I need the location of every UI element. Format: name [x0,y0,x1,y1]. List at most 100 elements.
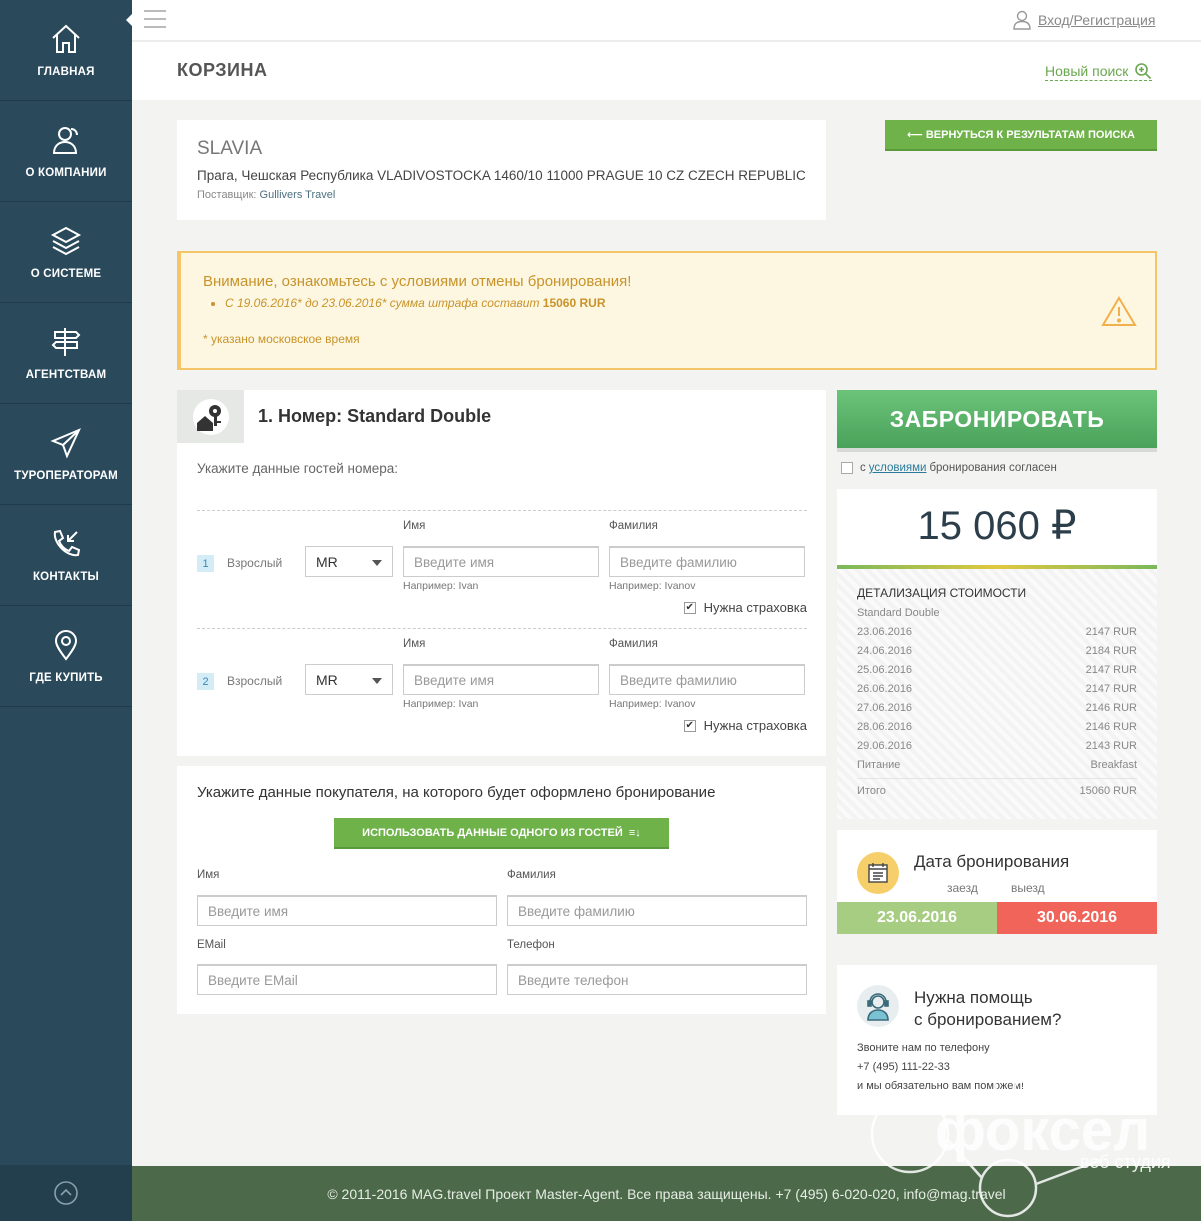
breakdown-row: 24.06.2016 2184 RUR [857,644,1137,657]
guest-title-value: MR [316,554,338,570]
breakdown-row: 29.06.2016 2143 RUR [857,739,1137,752]
help-title: Нужна помощь с бронированием? [914,988,1062,1029]
room-guests-card: 1. Номер: Standard Double Укажите данные… [177,390,826,756]
checkbox-checked-icon: ✔ [683,719,696,732]
sidebar-item-label: ГЛАВНАЯ [37,66,95,78]
home-icon [52,24,80,53]
book-button[interactable]: ЗАБРОНИРОВАТЬ [837,390,1157,452]
buyer-email-input[interactable]: Введите EMail [197,964,497,995]
guest-number: 1 [197,555,214,572]
buyer-first-name-input[interactable]: Введите имя [197,895,497,926]
first-name-hint: Например: Ivan [403,580,479,592]
back-to-results-button[interactable]: ⟵ ВЕРНУТЬСЯ К РЕЗУЛЬТАТАМ ПОИСКА [885,120,1157,151]
first-name-label: Имя [403,638,426,650]
insurance-checkbox[interactable]: ✔ Нужна страховка [683,718,807,733]
buyer-last-name-input[interactable]: Введите фамилию [507,895,807,926]
terms-link[interactable]: условиями [869,462,927,474]
sidebar-item-system[interactable]: О СИСТЕМЕ [0,202,132,303]
active-indicator [126,12,134,28]
calendar-icon [857,852,899,894]
footer-text: © 2011-2016 MAG.travel Проект Master-Age… [327,1185,1006,1202]
sidebar: ГЛАВНАЯ О КОМПАНИИ О СИСТЕМЕ АГЕНТСТВАМ … [0,0,132,1221]
supplier-label: Поставщик: [197,189,257,201]
login-link[interactable]: Вход/Регистрация [1012,10,1155,30]
guest-row-2: Имя Фамилия 2 Взрослый MR Введите имя Вв… [197,628,807,746]
sidebar-item-tour-operators[interactable]: ТУРОПЕРАТОРАМ [0,404,132,505]
map-pin-icon [54,630,78,661]
use-guest-data-button[interactable]: ИСПОЛЬЗОВАТЬ ДАННЫЕ ОДНОГО ИЗ ГОСТЕЙ ≡↓ [334,818,669,849]
checkin-label: заезд [947,881,978,895]
house-keys-icon [192,398,229,435]
terms-agree-checkbox[interactable]: с условиями бронирования согласен [841,462,1057,474]
help-card: Нужна помощь с бронированием? Звоните нам… [837,965,1157,1115]
buyer-card: Укажите данные покупателя, на которого б… [177,766,826,1014]
guest-type: Взрослый [227,556,283,570]
breakdown-room-type: Standard Double [857,606,940,619]
users-icon [52,127,78,154]
hotel-card: SLAVIA Прага, Чешская Республика VLADIVO… [177,120,826,220]
sidebar-item-where-to-buy[interactable]: ГДЕ КУПИТЬ [0,606,132,707]
help-line-1: Звоните нам по телефону [857,1042,990,1054]
sidebar-item-agencies[interactable]: АГЕНТСТВАМ [0,303,132,404]
paper-plane-icon [50,428,81,459]
sidebar-item-label: ТУРОПЕРАТОРАМ [14,470,118,482]
checkout-date: 30.06.2016 [997,902,1157,934]
chevron-down-icon [372,678,382,684]
breakdown-row: 23.06.2016 2147 RUR [857,625,1137,638]
buyer-title: Укажите данные покупателя, на которого б… [197,784,716,801]
guest-first-name-input[interactable]: Введите имя [403,664,599,695]
breakdown-row: 28.06.2016 2146 RUR [857,720,1137,733]
guest-last-name-input[interactable]: Введите фамилию [609,664,805,695]
last-name-label: Фамилия [609,638,658,650]
breakdown-row: 26.06.2016 2147 RUR [857,682,1137,695]
login-label: Вход/Регистрация [1038,12,1156,28]
last-name-label: Фамилия [609,520,658,532]
checkin-date: 23.06.2016 [837,902,997,934]
breakdown-row: 25.06.2016 2147 RUR [857,663,1137,676]
help-line-3: и мы обязательно вам поможем! [857,1080,1025,1092]
guest-row-1: Имя Фамилия 1 Взрослый MR Введите имя Вв… [197,510,807,628]
dates-title: Дата бронирования [914,852,1070,871]
hotel-name: SLAVIA [197,138,263,159]
hotel-supplier: Поставщик: Gullivers Travel [197,189,806,201]
last-name-hint: Например: Ivanov [609,580,696,592]
price-card: 15 060 ₽ ДЕТАЛИЗАЦИЯ СТОИМОСТИ Standard … [837,489,1157,819]
room-subtitle: Укажите данные гостей номера: [197,461,399,476]
sidebar-item-label: КОНТАКТЫ [32,571,100,583]
sidebar-item-label: ГДЕ КУПИТЬ [29,672,103,684]
new-search-link[interactable]: Новый поиск [1045,62,1153,81]
guest-title-select[interactable]: MR [305,546,393,577]
insurance-checkbox[interactable]: ✔ Нужна страховка [683,600,807,615]
use-guest-label: ИСПОЛЬЗОВАТЬ ДАННЫЕ ОДНОГО ИЗ ГОСТЕЙ [362,826,623,839]
checkbox-unchecked-icon [841,462,853,474]
guest-type: Взрослый [227,674,283,688]
sidebar-item-home[interactable]: ГЛАВНАЯ [0,0,132,101]
page-title: КОРЗИНА [177,60,268,80]
scroll-top-button[interactable] [0,1165,132,1221]
total-price: 15 060 ₽ [917,504,1077,548]
buyer-first-name-label: Имя [197,869,220,881]
buyer-email-label: EMail [197,939,226,951]
guest-last-name-input[interactable]: Введите фамилию [609,546,805,577]
menu-icon[interactable] [144,10,166,30]
agree-prefix: с [860,462,866,474]
layers-icon [50,226,82,256]
sidebar-item-company[interactable]: О КОМПАНИИ [0,101,132,202]
list-down-icon: ≡↓ [628,826,641,839]
buyer-phone-input[interactable]: Введите телефон [507,964,807,995]
first-name-label: Имя [403,520,426,532]
guest-number: 2 [197,673,214,690]
sidebar-item-label: О КОМПАНИИ [25,167,107,179]
zoom-plus-icon [1135,63,1152,80]
user-icon [1013,10,1031,30]
chevron-up-circle-icon [54,1181,78,1205]
price-breakdown: ДЕТАЛИЗАЦИЯ СТОИМОСТИ Standard Double 23… [837,569,1157,819]
warning-item-text: С 19.06.2016* до 23.06.2016* сумма штраф… [225,296,540,310]
sidebar-item-contacts[interactable]: КОНТАКТЫ [0,505,132,606]
sidebar-item-label: О СИСТЕМЕ [30,268,102,280]
booking-dates-card: Дата бронирования заезд выезд 23.06.2016… [837,830,1157,934]
guest-title-select[interactable]: MR [305,664,393,695]
warning-icon [1101,296,1137,326]
guest-first-name-input[interactable]: Введите имя [403,546,599,577]
room-title: 1. Номер: Standard Double [258,406,492,426]
